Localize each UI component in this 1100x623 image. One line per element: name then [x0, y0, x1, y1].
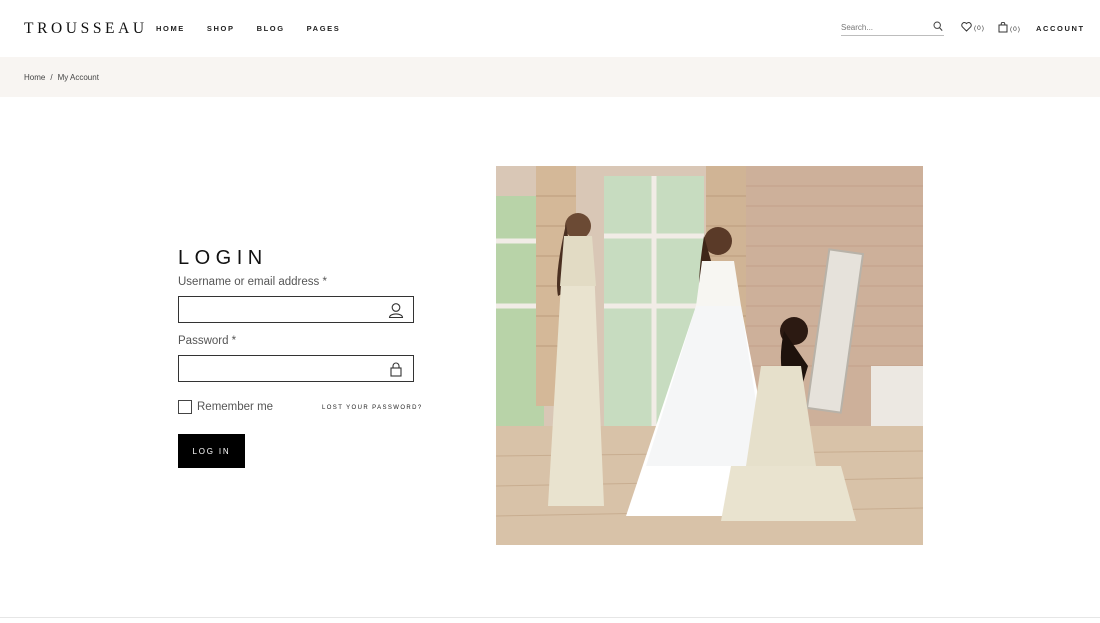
main-nav: HOME SHOP BLOG PAGES [156, 24, 362, 33]
username-field-wrapper [178, 296, 414, 323]
heart-icon [961, 22, 972, 32]
remember-label: Remember me [197, 401, 274, 413]
breadcrumb-home[interactable]: Home [24, 73, 45, 82]
lock-icon [390, 362, 402, 377]
login-button[interactable]: LOG IN [178, 434, 245, 468]
password-field[interactable] [179, 356, 379, 381]
wishlist-link[interactable]: (0) [961, 22, 985, 32]
account-link[interactable]: ACCOUNT [1036, 24, 1085, 33]
bag-icon [998, 22, 1008, 33]
bridal-photo-illustration [496, 166, 923, 545]
login-title: LOGIN [178, 247, 268, 269]
username-field[interactable] [179, 297, 379, 322]
lost-password-link[interactable]: LOST YOUR PASSWORD? [322, 405, 423, 411]
breadcrumb-bar: Home / My Account [0, 57, 1100, 97]
footer-divider [0, 617, 1100, 618]
breadcrumb: Home / My Account [24, 73, 99, 82]
password-field-wrapper [178, 355, 414, 382]
password-label: Password * [178, 335, 237, 347]
nav-item-shop[interactable]: SHOP [207, 24, 235, 33]
breadcrumb-separator: / [50, 73, 53, 82]
nav-item-pages[interactable]: PAGES [307, 24, 341, 33]
user-icon [388, 303, 404, 318]
cart-link[interactable]: (0) [998, 22, 1021, 33]
nav-item-home[interactable]: HOME [156, 24, 185, 33]
search-icon[interactable] [933, 21, 943, 32]
wishlist-count: (0) [974, 25, 985, 32]
search-input[interactable] [841, 20, 929, 34]
breadcrumb-current: My Account [57, 73, 99, 82]
username-label: Username or email address * [178, 276, 327, 288]
remember-checkbox[interactable] [178, 400, 192, 414]
site-logo[interactable]: TROUSSEAU [24, 20, 148, 38]
bridal-photo [496, 166, 923, 545]
site-header: TROUSSEAU HOME SHOP BLOG PAGES (0) (0) A… [0, 0, 1100, 57]
remember-me[interactable]: Remember me [178, 400, 273, 414]
search-box [841, 19, 944, 36]
nav-item-blog[interactable]: BLOG [257, 24, 285, 33]
cart-count: (0) [1010, 25, 1021, 33]
